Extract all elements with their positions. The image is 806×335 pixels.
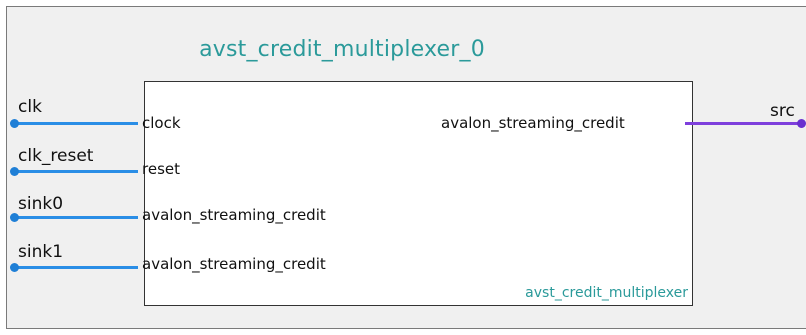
wire-sink1[interactable] <box>12 266 138 269</box>
port-src-internal-label: avalon_streaming_credit <box>441 114 625 132</box>
port-sink1-label: sink1 <box>18 242 64 262</box>
port-clk-label: clk <box>18 97 42 117</box>
port-clock-label: clock <box>142 114 181 132</box>
connection-point-src[interactable] <box>797 119 806 128</box>
instance-title: avst_credit_multiplexer_0 <box>199 37 485 62</box>
port-src-label: src <box>770 101 795 121</box>
system-canvas: avst_credit_multiplexer_0 avst_credit_mu… <box>6 6 806 329</box>
connection-point-clk-reset[interactable] <box>10 167 19 176</box>
port-sink1-internal-label: avalon_streaming_credit <box>142 255 326 273</box>
connection-point-sink1[interactable] <box>10 263 19 272</box>
port-sink0-label: sink0 <box>18 194 64 214</box>
wire-clk-reset[interactable] <box>12 170 138 173</box>
port-reset-label: reset <box>142 160 180 178</box>
wire-src[interactable] <box>685 122 802 125</box>
wire-sink0[interactable] <box>12 216 138 219</box>
connection-point-sink0[interactable] <box>10 213 19 222</box>
connection-point-clk[interactable] <box>10 119 19 128</box>
port-clk-reset-label: clk_reset <box>18 146 94 166</box>
port-sink0-internal-label: avalon_streaming_credit <box>142 206 326 224</box>
wire-clk[interactable] <box>12 122 138 125</box>
component-type-label: avst_credit_multiplexer <box>525 285 688 301</box>
